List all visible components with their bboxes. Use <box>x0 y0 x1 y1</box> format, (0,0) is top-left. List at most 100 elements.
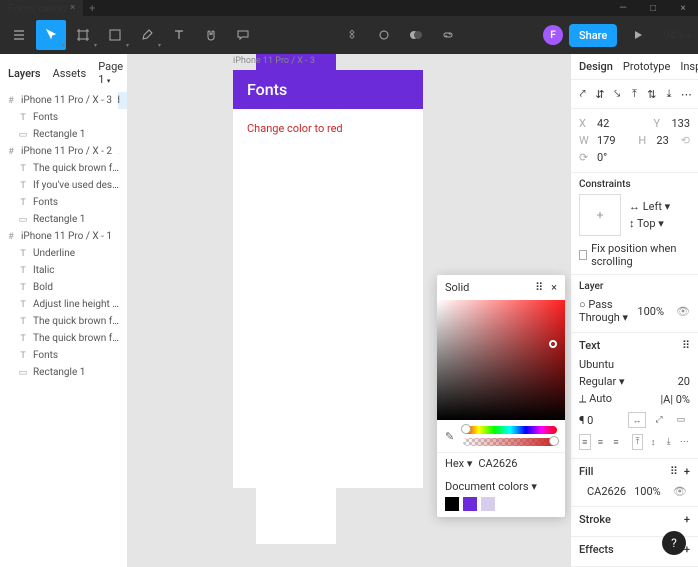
move-tool[interactable]: ▾ <box>36 20 66 50</box>
add-stroke-icon[interactable]: + <box>684 513 690 526</box>
doc-swatch[interactable] <box>463 497 477 511</box>
text-align-left-icon[interactable]: ≡ <box>579 434 591 450</box>
text-align-center-icon[interactable]: ≡ <box>595 434 607 450</box>
link-button[interactable] <box>433 20 463 50</box>
layer-row[interactable]: TBold <box>0 279 127 296</box>
color-cursor[interactable] <box>549 340 557 348</box>
lock-aspect-icon[interactable]: ⟲ <box>681 134 690 147</box>
width-input[interactable]: 179 <box>597 134 616 147</box>
close-button[interactable]: × <box>668 0 698 16</box>
layer-row[interactable]: TUnderline <box>0 245 127 262</box>
layer-row[interactable]: TFonts <box>0 194 127 211</box>
frame-tool[interactable]: ▾ <box>68 20 98 50</box>
layer-row[interactable]: ▭Rectangle 1 <box>0 126 127 143</box>
font-weight-select[interactable]: Regular ▾ <box>579 375 625 388</box>
align-hcenter-icon[interactable]: ⇵ <box>592 86 607 102</box>
minimize-button[interactable]: — <box>608 0 638 16</box>
layer-row[interactable]: TThe quick brown fox jumped... <box>0 313 127 330</box>
auto-width-icon[interactable]: ↔ <box>628 412 646 428</box>
y-input[interactable]: 133 <box>671 117 690 130</box>
doc-swatch[interactable] <box>481 497 495 511</box>
letter-spacing-input[interactable]: |A| 0% <box>660 393 690 406</box>
layer-row[interactable]: TThe quick brown fox... <box>0 330 127 347</box>
blend-mode-select[interactable]: ○ Pass Through ▾ <box>579 298 629 324</box>
type-settings-icon[interactable]: ⋯ <box>678 434 690 450</box>
layer-row[interactable]: #iPhone 11 Pro / X - 2 <box>0 143 118 160</box>
text-align-middle-icon[interactable]: ↕ <box>647 434 659 450</box>
doc-swatch[interactable] <box>445 497 459 511</box>
comment-tool[interactable] <box>228 20 258 50</box>
layer-row[interactable]: TFonts <box>0 347 127 364</box>
mask-button[interactable] <box>369 20 399 50</box>
text-styles-icon[interactable]: ⠿ <box>682 339 690 352</box>
maximize-button[interactable]: □ <box>638 0 668 16</box>
picker-close-icon[interactable]: × <box>551 281 557 294</box>
fill-type-select[interactable]: Solid <box>445 281 469 294</box>
layers-tab[interactable]: Layers <box>8 67 41 80</box>
layer-opacity-input[interactable]: 100% <box>637 305 664 318</box>
auto-height-icon[interactable]: ⤢ <box>650 412 668 428</box>
paragraph-spacing-input[interactable]: ¶ 0 <box>579 414 593 427</box>
picker-styles-icon[interactable]: ⠿ <box>535 281 543 294</box>
layer-row[interactable]: #iPhone 11 Pro / X - 1 <box>0 228 118 245</box>
fill-opacity-input[interactable]: 100% <box>634 485 661 498</box>
assets-tab[interactable]: Assets <box>53 67 87 80</box>
layer-row[interactable]: #iPhone 11 Pro / X - 3 <box>0 92 118 109</box>
text-align-top-icon[interactable]: ⤒ <box>632 434 644 450</box>
layer-row[interactable]: ▭Rectangle 1 <box>0 211 127 228</box>
align-top-icon[interactable]: ⤒ <box>627 86 642 102</box>
frame-iphone-3[interactable]: iPhone 11 Pro / X - 3 Fonts Change color… <box>233 70 423 488</box>
inspect-tab[interactable]: Inspect <box>680 60 698 73</box>
font-size-input[interactable]: 20 <box>678 375 690 388</box>
add-fill-icon[interactable]: + <box>684 465 690 478</box>
color-format-select[interactable]: Hex ▾ <box>445 457 472 470</box>
fill-styles-icon[interactable]: ⠿ <box>670 465 678 478</box>
frame-label[interactable]: iPhone 11 Pro / X - 3 <box>233 56 315 66</box>
menu-button[interactable] <box>4 20 34 50</box>
layer-row[interactable]: TFonts <box>0 109 127 126</box>
prototype-tab[interactable]: Prototype <box>623 60 670 73</box>
eyedropper-icon[interactable]: ✎ <box>445 430 457 442</box>
frame-header[interactable]: Fonts <box>233 70 423 109</box>
align-vcenter-icon[interactable]: ⇅ <box>644 86 659 102</box>
help-button[interactable]: ? <box>662 531 686 555</box>
distribute-icon[interactable]: ⋯ <box>679 86 694 102</box>
text-align-bottom-icon[interactable]: ⤓ <box>663 434 675 450</box>
height-input[interactable]: 23 <box>656 134 668 147</box>
x-input[interactable]: 42 <box>597 117 609 130</box>
constraint-h-select[interactable]: ↔ Left ▾ <box>629 200 670 213</box>
user-avatar[interactable]: F <box>543 25 563 45</box>
present-button[interactable] <box>623 20 653 50</box>
page-selector[interactable]: Page 1 ▾ <box>98 60 123 86</box>
layer-row[interactable]: TItalic <box>0 262 127 279</box>
constraint-v-select[interactable]: ↕ Top ▾ <box>629 217 670 230</box>
file-tab[interactable]: Fonts demo× <box>0 0 83 17</box>
hue-slider[interactable] <box>463 426 557 434</box>
layer-row[interactable]: TAdjust line height to 140% an... <box>0 296 127 313</box>
layer-row[interactable]: ▭Rectangle 1 <box>0 364 127 381</box>
rotation-input[interactable]: 0° <box>597 151 607 164</box>
shape-tool[interactable]: ▾ <box>100 20 130 50</box>
visibility-icon[interactable]: 👁 <box>676 305 690 318</box>
align-bottom-icon[interactable]: ⤓ <box>661 86 676 102</box>
align-right-icon[interactable]: ⤥ <box>610 86 625 102</box>
fill-visibility-icon[interactable]: 👁 <box>673 485 687 498</box>
fixed-size-icon[interactable]: ▭ <box>672 412 690 428</box>
alpha-slider[interactable] <box>463 438 557 446</box>
fix-position-checkbox[interactable]: Fix position when scrolling <box>579 236 690 268</box>
share-button[interactable]: Share <box>569 24 617 47</box>
text-align-right-icon[interactable]: ≡ <box>610 434 622 450</box>
layer-row[interactable]: TThe quick brown fox jumped... <box>0 160 127 177</box>
new-tab-button[interactable]: + <box>83 2 101 15</box>
design-tab[interactable]: Design <box>579 60 613 73</box>
color-field[interactable] <box>437 300 565 420</box>
hand-tool[interactable] <box>196 20 226 50</box>
zoom-level[interactable]: 94% ▾ <box>659 29 694 42</box>
selected-text-node[interactable]: Change color to red <box>233 109 423 150</box>
constraints-widget[interactable] <box>579 194 621 236</box>
text-tool[interactable] <box>164 20 194 50</box>
pen-tool[interactable]: ▾ <box>132 20 162 50</box>
layer-row[interactable]: TIf you've used design tools be... <box>0 177 127 194</box>
font-family-select[interactable]: Ubuntu <box>579 358 614 371</box>
component-button[interactable] <box>337 20 367 50</box>
